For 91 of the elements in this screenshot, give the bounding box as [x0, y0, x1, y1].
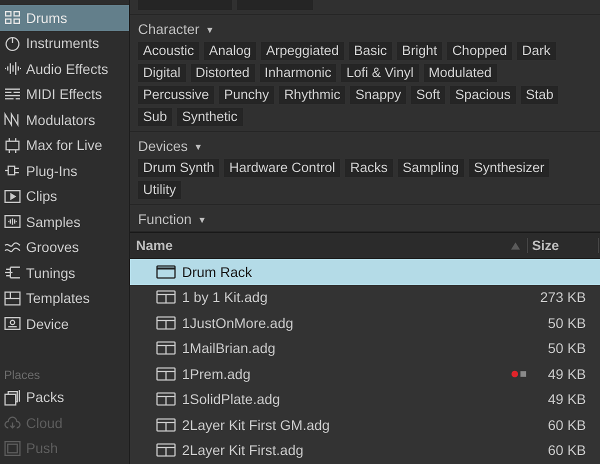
file-size: 60 KB: [548, 416, 586, 433]
filter-tag[interactable]: Utility: [138, 181, 181, 199]
file-row[interactable]: 1JustOnMore.adg 50 KB: [130, 310, 600, 336]
sort-ascending-icon: [511, 242, 520, 250]
rack-icon: [156, 418, 176, 432]
filter-tag[interactable]: Modulated: [424, 64, 497, 82]
filter-tag[interactable]: Dark: [517, 42, 556, 60]
file-size: 50 KB: [548, 340, 586, 356]
filter-tag[interactable]: Sub: [138, 108, 172, 126]
file-size: 49 KB: [548, 391, 586, 408]
section-header[interactable]: Devices ▼: [130, 132, 600, 158]
sidebar-item[interactable]: Tunings: [0, 260, 129, 286]
filter-tag[interactable]: Synthesizer: [468, 159, 550, 177]
file-name: 1SolidPlate.adg: [182, 391, 282, 408]
filter-tag[interactable]: Lofi & Vinyl: [341, 64, 419, 82]
sidebar-item[interactable]: Plug-Ins: [0, 158, 129, 184]
section-header[interactable]: Function ▼: [130, 205, 600, 231]
column-header[interactable]: Size: [527, 238, 599, 253]
rack-icon: [156, 290, 176, 304]
filter-tag[interactable]: Hardware Control: [224, 159, 340, 177]
filter-tag[interactable]: Distorted: [190, 64, 255, 82]
stacked-windows-icon: [4, 388, 21, 406]
device-icon: [4, 315, 21, 332]
play-icon: [4, 188, 21, 205]
filter-tag[interactable]: Rhythmic: [279, 86, 346, 104]
file-row[interactable]: 1 by 1 Kit.adg 273 KB: [130, 284, 600, 310]
grid-icon: [4, 9, 21, 26]
sidebar-item[interactable]: Grooves: [0, 234, 129, 260]
cloud-icon: [4, 414, 21, 432]
sidebar-item[interactable]: Audio Effects: [0, 56, 129, 82]
file-name: 1MailBrian.adg: [182, 340, 276, 356]
box-icon: [4, 136, 21, 154]
file-name: 2Layer Kit First GM.adg: [182, 416, 331, 433]
sidebar-item[interactable]: Device: [0, 311, 129, 336]
filter-tag[interactable]: Arpeggiated: [261, 42, 344, 60]
filter-tag[interactable]: Bright: [396, 42, 442, 60]
places-heading: Places: [3, 366, 42, 384]
filter-tag[interactable]: Basic: [348, 42, 392, 60]
filter-tag[interactable]: Inharmonic: [260, 64, 336, 82]
sidebar-item[interactable]: Clips: [0, 184, 129, 209]
filter-tag[interactable]: Soft: [411, 86, 446, 104]
layout-icon: [4, 290, 21, 307]
file-row[interactable]: 2Layer Kit First.adg 60 KB: [130, 438, 600, 463]
file-row[interactable]: 1MailBrian.adg 50 KB: [130, 336, 600, 361]
rack-icon: [156, 366, 176, 381]
sidebar-item[interactable]: Modulators: [0, 107, 129, 132]
sidebar-item[interactable]: Templates: [0, 286, 129, 311]
file-size: 60 KB: [548, 442, 586, 458]
filter-tag[interactable]: Synthetic: [177, 108, 243, 126]
waveform-icon: [4, 60, 21, 78]
file-name: 1Prem.adg: [182, 366, 252, 382]
filter-tag[interactable]: Digital: [138, 64, 186, 82]
file-size: 49 KB: [548, 366, 586, 382]
filter-tag[interactable]: Spacious: [450, 86, 516, 104]
sidebar-item[interactable]: Max for Live: [0, 132, 129, 158]
file-name: Drum Rack: [182, 264, 254, 280]
rack-icon: [156, 316, 176, 330]
file-size: 50 KB: [548, 314, 586, 331]
filter-tag[interactable]: Sampling: [398, 159, 464, 177]
sidebar-item[interactable]: Instruments: [0, 30, 129, 56]
screen-icon: [4, 440, 21, 457]
waveform-box-icon: [4, 213, 21, 230]
file-name: 2Layer Kit First.adg: [182, 442, 304, 458]
window-icon: [156, 264, 176, 279]
filter-tag[interactable]: Percussive: [138, 86, 214, 104]
filter-tag[interactable]: Drum Synth: [138, 159, 220, 177]
power-icon: [4, 34, 21, 52]
filter-tag[interactable]: Analog: [204, 42, 256, 60]
filter-tag[interactable]: Snappy: [350, 86, 406, 104]
file-row[interactable]: 2Layer Kit First GM.adg 60 KB: [130, 412, 600, 438]
file-name: 1 by 1 Kit.adg: [182, 289, 269, 306]
filter-tag[interactable]: Acoustic: [138, 42, 200, 60]
file-name: 1JustOnMore.adg: [182, 314, 294, 331]
file-size: 273 KB: [540, 289, 586, 306]
section-header[interactable]: Character ▼: [130, 15, 600, 41]
branch-icon: [4, 264, 21, 282]
file-row[interactable]: 1Prem.adg 49 KB: [130, 361, 600, 386]
filter-tag[interactable]: Racks: [345, 159, 393, 177]
file-row[interactable]: 1SolidPlate.adg 49 KB: [130, 386, 600, 412]
sidebar-item[interactable]: MIDI Effects: [0, 82, 129, 107]
column-header[interactable]: Name: [136, 238, 511, 253]
sidebar-item[interactable]: Samples: [0, 209, 129, 234]
rack-icon: [156, 341, 176, 356]
filter-tag[interactable]: Punchy: [219, 86, 274, 104]
rack-icon: [156, 392, 176, 406]
zigzag-icon: [4, 111, 21, 128]
file-row[interactable]: Drum Rack: [130, 259, 600, 284]
sidebar-item[interactable]: Packs: [0, 384, 129, 410]
filter-tag[interactable]: Stab: [520, 86, 558, 104]
filter-tag[interactable]: Chopped: [447, 42, 512, 60]
rack-icon: [156, 443, 176, 458]
